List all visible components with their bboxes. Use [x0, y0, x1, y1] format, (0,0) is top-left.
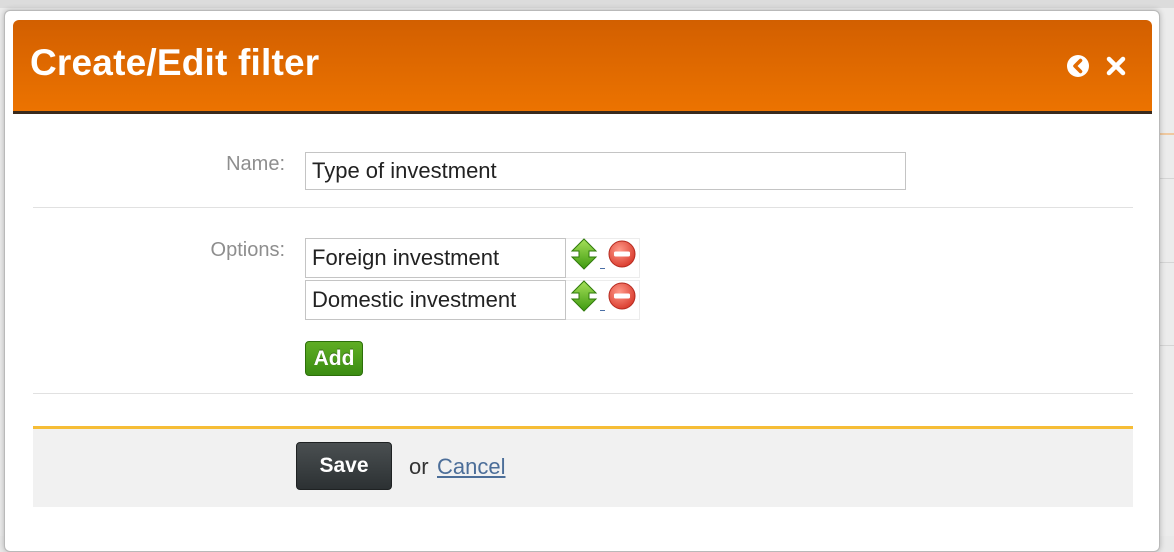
option-row	[305, 238, 642, 278]
up-down-arrow-icon[interactable]	[569, 280, 599, 312]
filter-dialog: Create/Edit filter Name: Options:	[4, 10, 1160, 552]
save-button[interactable]: Save	[296, 442, 392, 490]
dialog-title: Create/Edit filter	[30, 42, 320, 83]
move-link[interactable]	[600, 300, 605, 311]
remove-circle-icon[interactable]	[607, 239, 637, 269]
dialog-footer: Save or Cancel	[33, 426, 1133, 507]
name-input[interactable]	[305, 152, 906, 190]
dialog-header: Create/Edit filter	[13, 20, 1152, 114]
remove-circle-icon[interactable]	[607, 281, 637, 311]
options-label: Options:	[210, 239, 285, 261]
or-text: or	[409, 454, 429, 479]
option-input[interactable]	[305, 280, 566, 320]
circle-arrow-left-icon[interactable]	[1065, 53, 1091, 79]
name-label: Name:	[226, 153, 285, 175]
close-icon[interactable]	[1103, 53, 1129, 79]
up-down-arrow-icon[interactable]	[569, 238, 599, 270]
cancel-link[interactable]: Cancel	[437, 454, 505, 480]
move-link[interactable]	[600, 258, 605, 269]
backdrop-strip	[0, 0, 1174, 8]
option-row	[305, 280, 642, 320]
divider	[33, 207, 1133, 208]
option-input[interactable]	[305, 238, 566, 278]
add-option-button[interactable]: Add	[305, 341, 363, 376]
divider	[33, 393, 1133, 394]
